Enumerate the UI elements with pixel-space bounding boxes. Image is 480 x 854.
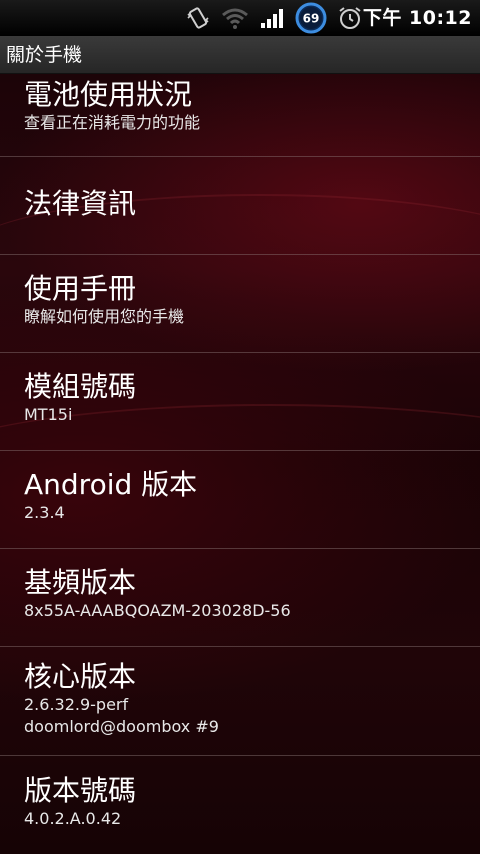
item-title: 版本號碼 xyxy=(24,774,137,807)
item-summary: 2.3.4 xyxy=(24,503,65,522)
divider xyxy=(0,254,480,255)
list-item-android-version[interactable]: Android 版本 2.3.4 xyxy=(0,468,480,524)
item-title: 模組號碼 xyxy=(24,370,137,403)
settings-list: 電池使用狀況 查看正在消耗電力的功能 法律資訊 使用手冊 瞭解如何使用您的手機 … xyxy=(0,74,480,854)
divider xyxy=(0,646,480,647)
list-item-legal-info[interactable]: 法律資訊 xyxy=(0,187,480,221)
status-time: 下午 10:12 xyxy=(362,7,472,29)
signal-icon xyxy=(258,4,288,32)
divider xyxy=(0,156,480,157)
list-item-kernel-version: 核心版本 2.6.32.9-perf doomlord@doombox #9 xyxy=(0,660,480,738)
list-item-build-number: 版本號碼 4.0.2.A.0.42 xyxy=(0,774,480,830)
divider xyxy=(0,548,480,549)
item-title: 法律資訊 xyxy=(24,187,137,220)
battery-level-text: 69 xyxy=(303,12,320,26)
alarm-icon xyxy=(336,4,364,32)
item-summary: 8x55A-AAABQOAZM-203028D-56 xyxy=(24,601,291,620)
wifi-icon xyxy=(220,4,250,32)
battery-icon: 69 xyxy=(294,1,328,35)
vibrate-icon xyxy=(184,4,212,32)
item-title: 核心版本 xyxy=(24,660,137,693)
list-item-model-number: 模組號碼 MT15i xyxy=(0,370,480,426)
item-summary: 2.6.32.9-perf xyxy=(24,695,129,714)
divider xyxy=(0,755,480,756)
item-summary: 瞭解如何使用您的手機 xyxy=(24,307,185,326)
divider xyxy=(0,352,480,353)
item-summary: 4.0.2.A.0.42 xyxy=(24,809,122,828)
list-item-user-guide[interactable]: 使用手冊 瞭解如何使用您的手機 xyxy=(0,272,480,328)
list-item-baseband-version: 基頻版本 8x55A-AAABQOAZM-203028D-56 xyxy=(0,566,480,622)
item-title: 使用手冊 xyxy=(24,272,137,305)
divider xyxy=(0,450,480,451)
status-bar: 69 下午 10:12 xyxy=(0,0,480,36)
item-title: 基頻版本 xyxy=(24,566,137,599)
list-item-battery-usage[interactable]: 電池使用狀況 查看正在消耗電力的功能 xyxy=(0,78,480,134)
item-summary: MT15i xyxy=(24,405,73,424)
item-title: 電池使用狀況 xyxy=(24,78,193,111)
item-summary: 查看正在消耗電力的功能 xyxy=(24,113,201,132)
item-summary-secondary: doomlord@doombox #9 xyxy=(24,717,219,736)
item-title: Android 版本 xyxy=(24,468,198,501)
page-title: 關於手機 xyxy=(0,36,480,74)
